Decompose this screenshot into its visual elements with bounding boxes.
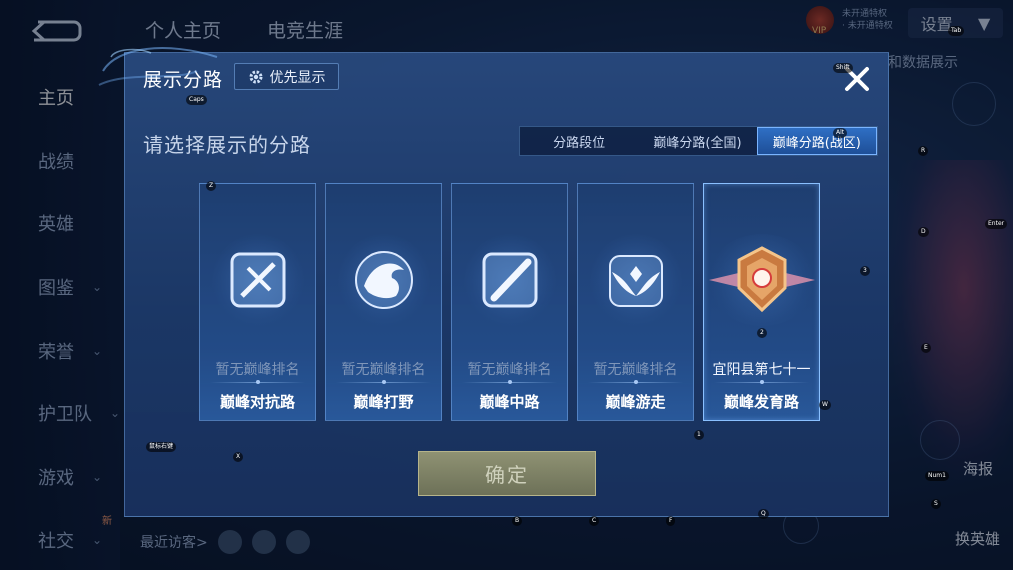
key-hint-label: Caps [186, 95, 207, 105]
key-hint-label: Tab [948, 26, 965, 36]
lane-card-list: 暂无巅峰排名 巅峰对抗路 暂无巅峰排名 巅峰打野 暂无巅峰排名 巅峰中路 暂无巅峰排名 巅峰游… [199, 183, 820, 421]
lane-source-tab[interactable]: 分路段位 [520, 127, 638, 155]
lane-card[interactable]: 暂无巅峰排名 巅峰打野 [325, 183, 442, 421]
card-divider [210, 380, 305, 384]
key-hint-label: 2 [757, 328, 767, 338]
key-hint-label: E [921, 343, 931, 353]
priority-display-label: 优先显示 [269, 69, 326, 86]
lane-source-tabs: 分路段位 巅峰分路(全国) 巅峰分路(战区) [519, 126, 878, 156]
confirm-button[interactable]: 确定 [418, 451, 596, 496]
sword-crest-icon [212, 234, 304, 326]
key-hint-label: Shift [833, 63, 853, 73]
dialog-subtitle: 请选择展示的分路 [143, 133, 311, 157]
card-divider [336, 380, 431, 384]
wings-crest-icon [590, 234, 682, 326]
priority-display-button[interactable]: 优先显示 [234, 63, 339, 90]
key-hint-label: Alt [833, 128, 848, 138]
lane-source-tab[interactable]: 巅峰分路(战区) [756, 127, 877, 155]
lane-name: 巅峰中路 [479, 393, 540, 411]
lane-rank-text: 暂无巅峰排名 [341, 362, 426, 378]
bronze-rank-badge-icon [707, 234, 817, 326]
key-hint-label: S [931, 499, 941, 509]
lane-name: 巅峰对抗路 [219, 393, 295, 411]
lane-name: 巅峰发育路 [723, 393, 799, 411]
gear-icon [249, 70, 262, 83]
key-hint-label: Num1 [925, 471, 949, 481]
lane-rank-text: 暂无巅峰排名 [215, 362, 300, 378]
card-divider [462, 380, 557, 384]
lane-card[interactable]: 暂无巅峰排名 巅峰对抗路 [199, 183, 316, 421]
dragon-crest-icon [338, 234, 430, 326]
lane-rank-text: 宜阳县第七十一 [712, 362, 811, 378]
key-hint-label: 1 [694, 430, 704, 440]
key-hint-label: 3 [860, 266, 870, 276]
cloud-swirl-decoration [98, 47, 218, 86]
key-hint-label: W [819, 400, 831, 410]
lane-source-tab[interactable]: 巅峰分路(全国) [638, 127, 756, 155]
key-hint-label: D [918, 227, 929, 237]
key-hint-label: Enter [985, 219, 1008, 229]
lane-card[interactable]: 暂无巅峰排名 巅峰中路 [451, 183, 568, 421]
card-divider [714, 380, 809, 384]
key-hint-label: 鼠标右键 [146, 442, 177, 452]
card-divider [588, 380, 683, 384]
lane-rank-text: 暂无巅峰排名 [467, 362, 552, 378]
lane-rank-text: 暂无巅峰排名 [593, 362, 678, 378]
display-lane-dialog: 展示分路 优先显示 请选择展示的分路 分路段位 巅峰分路(全国) 巅峰分路(战区) … [98, 47, 889, 517]
lane-card[interactable]: 暂无巅峰排名 巅峰游走 [577, 183, 694, 421]
wand-crest-icon [464, 234, 556, 326]
key-hint-label: Q [758, 509, 769, 519]
lane-name: 巅峰打野 [353, 393, 414, 411]
lane-name: 巅峰游走 [605, 393, 666, 411]
lane-card[interactable]: 宜阳县第七十一 巅峰发育路 [703, 183, 820, 421]
